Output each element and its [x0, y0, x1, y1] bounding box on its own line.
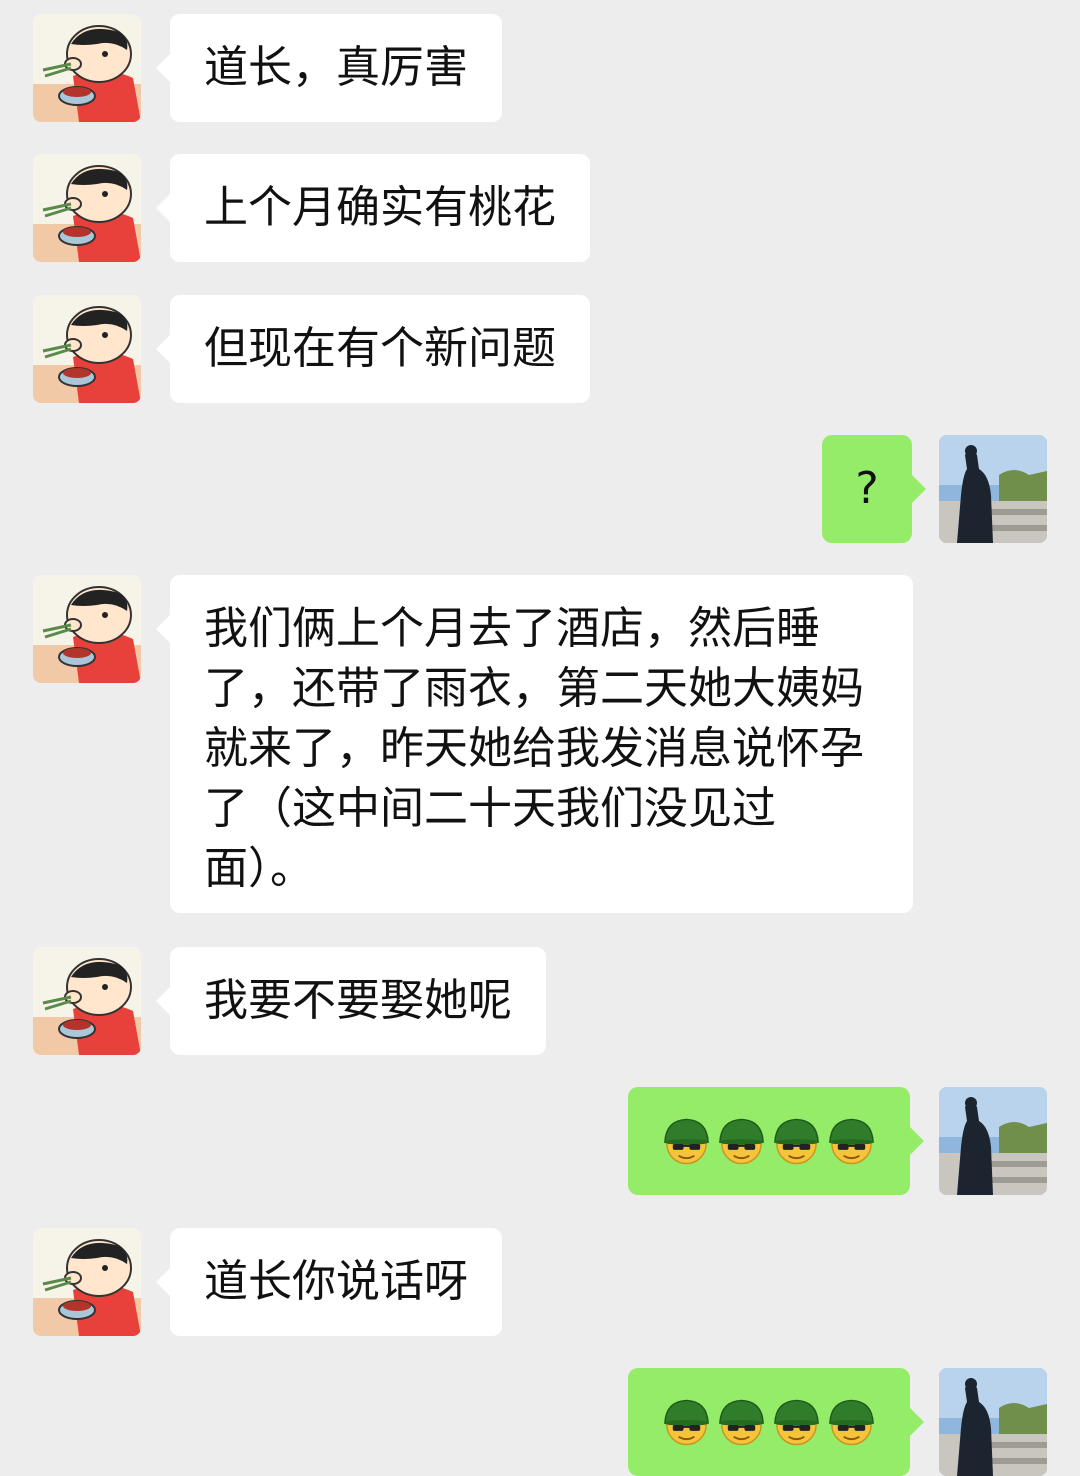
- message-text: 上个月确实有桃花: [204, 182, 556, 233]
- message-bubble[interactable]: 我们俩上个月去了酒店，然后睡 了，还带了雨衣，第二天她大姨妈 就来了，昨天她给我…: [156, 575, 913, 913]
- message-line: 了（这中间二十天我们没见过: [204, 783, 776, 834]
- green-helmet-sunglasses-emoji: [772, 1116, 821, 1166]
- avatar[interactable]: [33, 947, 141, 1055]
- avatar[interactable]: [33, 14, 141, 122]
- message-bubble[interactable]: 道长，真厉害: [156, 14, 502, 122]
- avatar[interactable]: [33, 154, 141, 262]
- message-line: 就来了，昨天她给我发消息说怀孕: [204, 723, 864, 774]
- message-bubble[interactable]: 道长你说话呀: [156, 1228, 502, 1336]
- avatar[interactable]: [939, 1087, 1047, 1195]
- green-helmet-sunglasses-emoji: [827, 1116, 876, 1166]
- green-helmet-sunglasses-emoji: [662, 1116, 711, 1166]
- message-text: 我要不要娶她呢: [204, 975, 512, 1026]
- green-helmet-sunglasses-emoji: [772, 1397, 821, 1447]
- message-bubble[interactable]: [628, 1087, 924, 1195]
- avatar[interactable]: [939, 1368, 1047, 1476]
- green-helmet-sunglasses-emoji: [827, 1397, 876, 1447]
- message-bubble[interactable]: [628, 1368, 924, 1476]
- message-text: 道长，真厉害: [204, 42, 468, 93]
- message-line: 了，还带了雨衣，第二天她大姨妈: [204, 663, 864, 714]
- avatar[interactable]: [33, 295, 141, 403]
- message-bubble[interactable]: 上个月确实有桃花: [156, 154, 590, 262]
- green-helmet-sunglasses-emoji: [662, 1397, 711, 1447]
- message-line: 我们俩上个月去了酒店，然后睡: [204, 603, 820, 654]
- message-text: ?: [855, 463, 879, 514]
- message-line: 面）。: [204, 843, 314, 894]
- message-text: 但现在有个新问题: [204, 323, 556, 374]
- message-bubble[interactable]: 我要不要娶她呢: [156, 947, 546, 1055]
- green-helmet-sunglasses-emoji: [717, 1116, 766, 1166]
- avatar[interactable]: [33, 1228, 141, 1336]
- avatar[interactable]: [33, 575, 141, 683]
- message-bubble[interactable]: 但现在有个新问题: [156, 295, 590, 403]
- message-bubble[interactable]: ?: [822, 435, 926, 543]
- green-helmet-sunglasses-emoji: [717, 1397, 766, 1447]
- avatar[interactable]: [939, 435, 1047, 543]
- message-text: 道长你说话呀: [204, 1256, 468, 1307]
